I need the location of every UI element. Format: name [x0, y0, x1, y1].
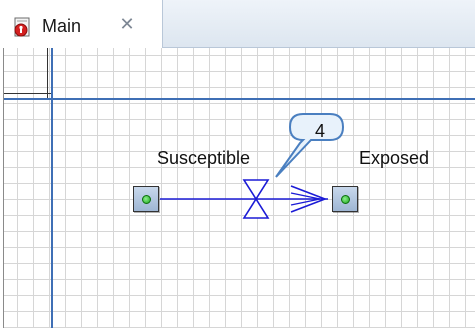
- callout-number: 4: [314, 121, 325, 141]
- stock-icon: [341, 195, 350, 204]
- stock-icon: [142, 195, 151, 204]
- stock-label-susceptible: Susceptible: [157, 148, 251, 168]
- stock-label-exposed: Exposed: [359, 148, 430, 168]
- stock-susceptible[interactable]: [133, 186, 159, 212]
- stock-exposed[interactable]: [332, 186, 358, 212]
